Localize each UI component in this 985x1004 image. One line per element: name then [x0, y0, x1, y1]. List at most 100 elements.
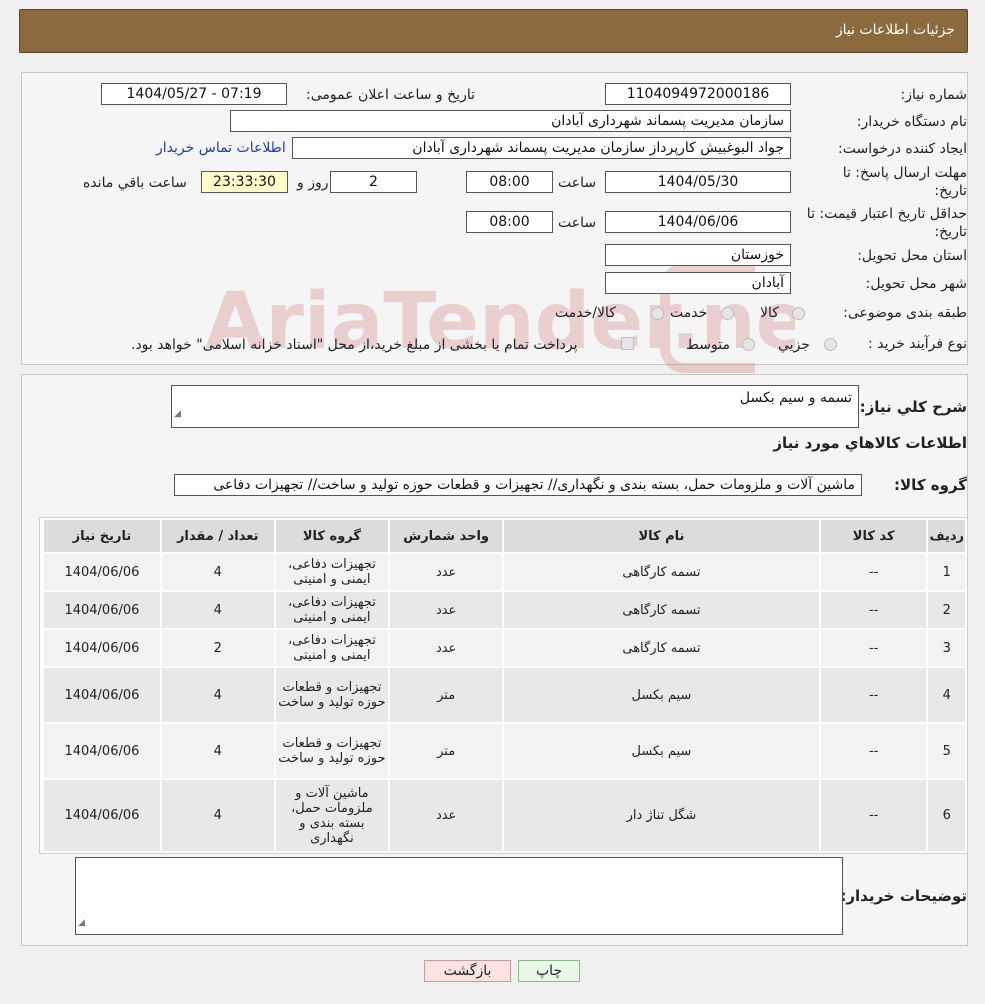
buyer-notes-textarea[interactable]: ◢	[75, 857, 843, 935]
days-field: 2	[330, 171, 417, 193]
deadline-time-label: ساعت	[558, 175, 597, 191]
cell-row-number: 2	[926, 590, 967, 630]
resize-handle-icon[interactable]: ◢	[174, 402, 181, 426]
print-button[interactable]: چاپ	[518, 960, 580, 982]
resize-handle-icon[interactable]: ◢	[78, 913, 85, 933]
summary-text: تسمه و سیم بکسل	[739, 390, 852, 406]
buyer-notes-label: توضیحات خریدار:	[840, 887, 967, 905]
table-row: 6 -- شگل تناژ دار عدد ماشین آلات و ملزوم…	[42, 778, 967, 853]
table-row: 2 -- تسمه کارگاهی عدد تجهیزات دفاعی، ایم…	[42, 590, 967, 630]
province-label: استان محل تحویل:	[857, 248, 967, 264]
cell-item-code: --	[818, 628, 929, 668]
items-table-wrapper: ردیف کد کالا نام کالا واحد شمارش گروه کا…	[39, 517, 968, 854]
creator-label: ایجاد کننده درخواست:	[838, 141, 967, 157]
cell-item-code: --	[818, 778, 929, 853]
treasury-note: پرداخت تمام یا بخشی از مبلغ خرید،از محل …	[131, 337, 578, 353]
cell-item-name: تسمه کارگاهی	[502, 590, 821, 630]
deadline-label: مهلت ارسال پاسخ: تا	[842, 165, 967, 181]
cell-quantity: 4	[159, 778, 276, 853]
cell-group: تجهیزات دفاعی، ایمنی و امنیتی	[273, 590, 391, 630]
back-button[interactable]: بازگشت	[424, 960, 511, 982]
col-header-item-code[interactable]: کد کالا	[818, 518, 929, 554]
cell-item-name: تسمه کارگاهی	[502, 628, 821, 668]
cell-unit: عدد	[388, 552, 504, 592]
validity-time-label: ساعت	[558, 215, 597, 231]
need-number-label: شماره نیاز:	[900, 87, 968, 103]
cell-quantity: 4	[159, 552, 276, 592]
cell-row-number: 6	[926, 778, 967, 853]
col-header-item-name[interactable]: نام کالا	[502, 518, 821, 554]
purchase-medium-label: متوسط	[686, 337, 730, 353]
cell-unit: متر	[388, 722, 504, 780]
cell-row-number: 4	[926, 666, 967, 724]
deadline-label-date: تاریخ:	[934, 183, 967, 199]
purchase-minor-radio[interactable]	[824, 338, 837, 351]
cell-need-date: 1404/06/06	[42, 552, 162, 592]
table-row: 1 -- تسمه کارگاهی عدد تجهیزات دفاعی، ایم…	[42, 552, 967, 592]
cell-item-code: --	[818, 590, 929, 630]
buyer-contact-link[interactable]: اطلاعات تماس خریدار	[156, 140, 286, 156]
validity-label: حداقل تاریخ اعتبار قیمت: تا	[806, 206, 967, 222]
days-label: روز و	[297, 175, 329, 191]
page-header: جزئیات اطلاعات نیاز	[19, 9, 968, 53]
col-header-quantity[interactable]: تعداد / مقدار	[159, 518, 276, 554]
province-field: خوزستان	[605, 244, 791, 266]
announce-label: تاریخ و ساعت اعلان عمومی:	[306, 87, 475, 103]
validity-label-date: تاریخ:	[934, 224, 967, 240]
cell-group: تجهیزات دفاعی، ایمنی و امنیتی	[273, 552, 391, 592]
city-field: آبادان	[605, 272, 791, 294]
goods-group-field: ماشین آلات و ملزومات حمل، بسته بندی و نگ…	[174, 474, 862, 496]
cell-need-date: 1404/06/06	[42, 628, 162, 668]
buyer-org-field: سازمان مدیریت پسماند شهرداری آبادان	[230, 110, 791, 132]
cell-item-name: سیم بکسل	[502, 722, 821, 780]
category-goods-service-radio[interactable]	[651, 307, 664, 320]
table-row: 5 -- سیم بکسل متر تجهیزات و قطعات حوزه ت…	[42, 722, 967, 780]
goods-info-title: اطلاعات کالاهاي مورد نیاز	[773, 434, 967, 452]
validity-time-field: 08:00	[466, 211, 553, 233]
cell-unit: متر	[388, 666, 504, 724]
cell-group: تجهیزات و قطعات حوزه تولید و ساخت	[273, 666, 391, 724]
cell-group: ماشین آلات و ملزومات حمل، بسته بندی و نگ…	[273, 778, 391, 853]
category-goods-label: کالا	[760, 305, 779, 321]
goods-group-label: گروه کالا:	[894, 476, 967, 494]
cell-unit: عدد	[388, 778, 504, 853]
deadline-date-field: 1404/05/30	[605, 171, 791, 193]
table-header-row: ردیف کد کالا نام کالا واحد شمارش گروه کا…	[42, 518, 967, 554]
cell-row-number: 3	[926, 628, 967, 668]
remaining-time-field: 23:33:30	[201, 171, 288, 193]
cell-unit: عدد	[388, 590, 504, 630]
col-header-group[interactable]: گروه کالا	[273, 518, 391, 554]
cell-quantity: 4	[159, 590, 276, 630]
purchase-minor-label: جزیي	[778, 337, 810, 353]
cell-row-number: 1	[926, 552, 967, 592]
category-service-label: خدمت	[670, 305, 708, 321]
treasury-checkbox[interactable]	[621, 337, 634, 350]
category-goods-radio[interactable]	[792, 307, 805, 320]
summary-label: شرح کلي نیاز:	[859, 398, 967, 416]
creator-field: جواد البوغبیش کارپرداز سازمان مدیریت پسم…	[292, 137, 791, 159]
category-goods-service-label: کالا/خدمت	[555, 305, 616, 321]
cell-group: تجهیزات دفاعی، ایمنی و امنیتی	[273, 628, 391, 668]
col-header-unit[interactable]: واحد شمارش	[388, 518, 504, 554]
col-header-row-number[interactable]: ردیف	[926, 518, 967, 554]
cell-item-name: شگل تناژ دار	[502, 778, 821, 853]
category-label: طبقه بندی موضوعی:	[843, 305, 967, 321]
cell-need-date: 1404/06/06	[42, 666, 162, 724]
cell-item-code: --	[818, 552, 929, 592]
cell-quantity: 2	[159, 628, 276, 668]
cell-item-name: سیم بکسل	[502, 666, 821, 724]
validity-date-field: 1404/06/06	[605, 211, 791, 233]
city-label: شهر محل تحویل:	[865, 276, 967, 292]
cell-need-date: 1404/06/06	[42, 722, 162, 780]
category-service-radio[interactable]	[721, 307, 734, 320]
cell-group: تجهیزات و قطعات حوزه تولید و ساخت	[273, 722, 391, 780]
purchase-type-label: نوع فرآیند خرید :	[868, 336, 967, 352]
purchase-medium-radio[interactable]	[742, 338, 755, 351]
remaining-label: ساعت باقي مانده	[83, 175, 187, 191]
cell-unit: عدد	[388, 628, 504, 668]
items-table: ردیف کد کالا نام کالا واحد شمارش گروه کا…	[42, 518, 967, 853]
cell-row-number: 5	[926, 722, 967, 780]
summary-textarea[interactable]: تسمه و سیم بکسل ◢	[171, 385, 859, 428]
announce-field: 1404/05/27 - 07:19	[101, 83, 287, 105]
col-header-need-date[interactable]: تاریخ نیاز	[42, 518, 162, 554]
